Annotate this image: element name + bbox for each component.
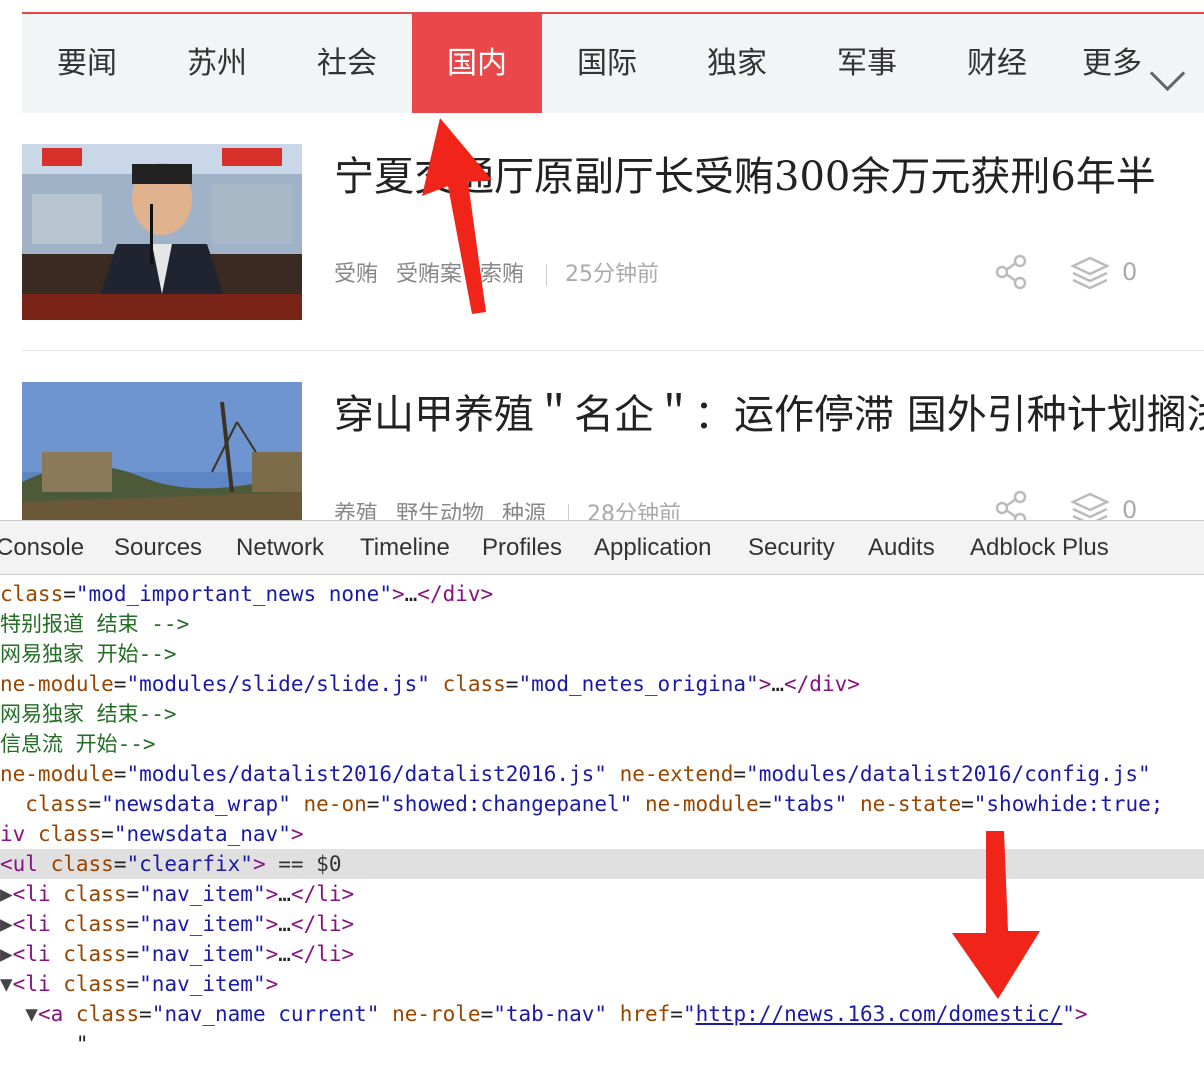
tab-security[interactable]: Security — [748, 521, 835, 574]
code-line[interactable]: 网易独家 开始--> — [0, 639, 1204, 669]
href-link[interactable]: http://news.163.com/domestic/ — [696, 1002, 1063, 1026]
news-time: 28分钟前 — [587, 502, 682, 520]
code-line[interactable]: ne-module="modules/slide/slide.js" class… — [0, 669, 1204, 699]
news-page: 要闻 苏州 社会 国内 国际 独家 军事 财经 更多 宁夏交通厅原副厅长受贿30… — [0, 0, 1204, 520]
code-line[interactable]: 信息流 开始--> — [0, 729, 1204, 759]
code-line[interactable]: ▼<a class="nav_name current" ne-role="ta… — [0, 999, 1204, 1029]
news-tag[interactable]: 养殖 — [334, 502, 378, 520]
tab-application[interactable]: Application — [594, 521, 711, 574]
tab-console[interactable]: Console — [0, 521, 84, 574]
news-title[interactable]: 穿山甲养殖＂名企＂：运作停滞 国外引种计划搁浅 — [334, 382, 1204, 440]
code-line[interactable]: class="mod_important_news none">…</div> — [0, 579, 1204, 609]
comment-icon[interactable] — [1070, 254, 1110, 290]
code-line-selected[interactable]: <ul class="clearfix"> == $0 — [0, 849, 1204, 879]
tab-adblock-plus[interactable]: Adblock Plus — [970, 521, 1109, 574]
divider — [546, 264, 548, 286]
news-tag[interactable]: 受贿 — [334, 262, 378, 287]
news-tag[interactable]: 种源 — [502, 502, 546, 520]
comment-icon[interactable] — [1070, 490, 1110, 520]
code-line[interactable]: iv class="newsdata_nav"> — [0, 819, 1204, 849]
nav-item-more[interactable]: 更多 — [1062, 14, 1162, 113]
nav-item-guonei[interactable]: 国内 — [412, 14, 542, 113]
code-line[interactable]: ▶<li class="nav_item">…</li> — [0, 909, 1204, 939]
code-line[interactable]: ▶<li class="nav_item">…</li> — [0, 939, 1204, 969]
code-line[interactable]: " — [0, 1029, 1204, 1059]
code-line[interactable]: ▶<li class="nav_item">…</li> — [0, 879, 1204, 909]
nav-item-caijing[interactable]: 财经 — [932, 14, 1062, 113]
tab-sources[interactable]: Sources — [114, 521, 202, 574]
devtools-panel: Console Sources Network Timeline Profile… — [0, 520, 1204, 1079]
news-thumbnail[interactable] — [22, 382, 302, 520]
news-time: 25分钟前 — [565, 262, 660, 287]
divider — [22, 350, 1204, 351]
share-icon[interactable] — [994, 254, 1030, 290]
channel-nav: 要闻 苏州 社会 国内 国际 独家 军事 财经 更多 — [22, 14, 1204, 113]
nav-item-dujia[interactable]: 独家 — [672, 14, 802, 113]
code-line[interactable]: ne-module="modules/datalist2016/datalist… — [0, 759, 1204, 789]
code-line[interactable]: class="newsdata_wrap" ne-on="showed:chan… — [0, 789, 1204, 819]
code-line[interactable]: ▼<li class="nav_item"> — [0, 969, 1204, 999]
tab-audits[interactable]: Audits — [868, 521, 935, 574]
code-line[interactable]: 特别报道 结束 --> — [0, 609, 1204, 639]
news-item[interactable]: 宁夏交通厅原副厅长受贿300余万元获刑6年半 受贿 受贿案 索贿 25分钟前 0 — [22, 144, 1204, 320]
news-tag[interactable]: 野生动物 — [396, 502, 484, 520]
nav-item-shehui[interactable]: 社会 — [282, 14, 412, 113]
divider — [568, 504, 570, 520]
nav-item-yaowen[interactable]: 要闻 — [22, 14, 152, 113]
news-tag[interactable]: 索贿 — [480, 262, 524, 287]
comment-count[interactable]: 0 — [1122, 258, 1137, 286]
tab-profiles[interactable]: Profiles — [482, 521, 562, 574]
news-title[interactable]: 宁夏交通厅原副厅长受贿300余万元获刑6年半 — [334, 144, 1156, 202]
nav-item-suzhou[interactable]: 苏州 — [152, 14, 282, 113]
tab-network[interactable]: Network — [236, 521, 324, 574]
nav-item-junshi[interactable]: 军事 — [802, 14, 932, 113]
news-tag[interactable]: 受贿案 — [396, 262, 462, 287]
news-thumbnail[interactable] — [22, 144, 302, 320]
nav-item-guoji[interactable]: 国际 — [542, 14, 672, 113]
news-tags: 受贿 受贿案 索贿 25分钟前 — [334, 256, 677, 288]
news-tags: 养殖 野生动物 种源 28分钟前 — [334, 496, 699, 520]
share-icon[interactable] — [994, 490, 1030, 520]
devtools-tab-bar: Console Sources Network Timeline Profile… — [0, 521, 1204, 575]
tab-timeline[interactable]: Timeline — [360, 521, 450, 574]
news-item[interactable]: 穿山甲养殖＂名企＂：运作停滞 国外引种计划搁浅 养殖 野生动物 种源 28分钟前 0 — [22, 382, 1204, 520]
code-line[interactable]: 网易独家 结束--> — [0, 699, 1204, 729]
comment-count[interactable]: 0 — [1122, 496, 1137, 520]
